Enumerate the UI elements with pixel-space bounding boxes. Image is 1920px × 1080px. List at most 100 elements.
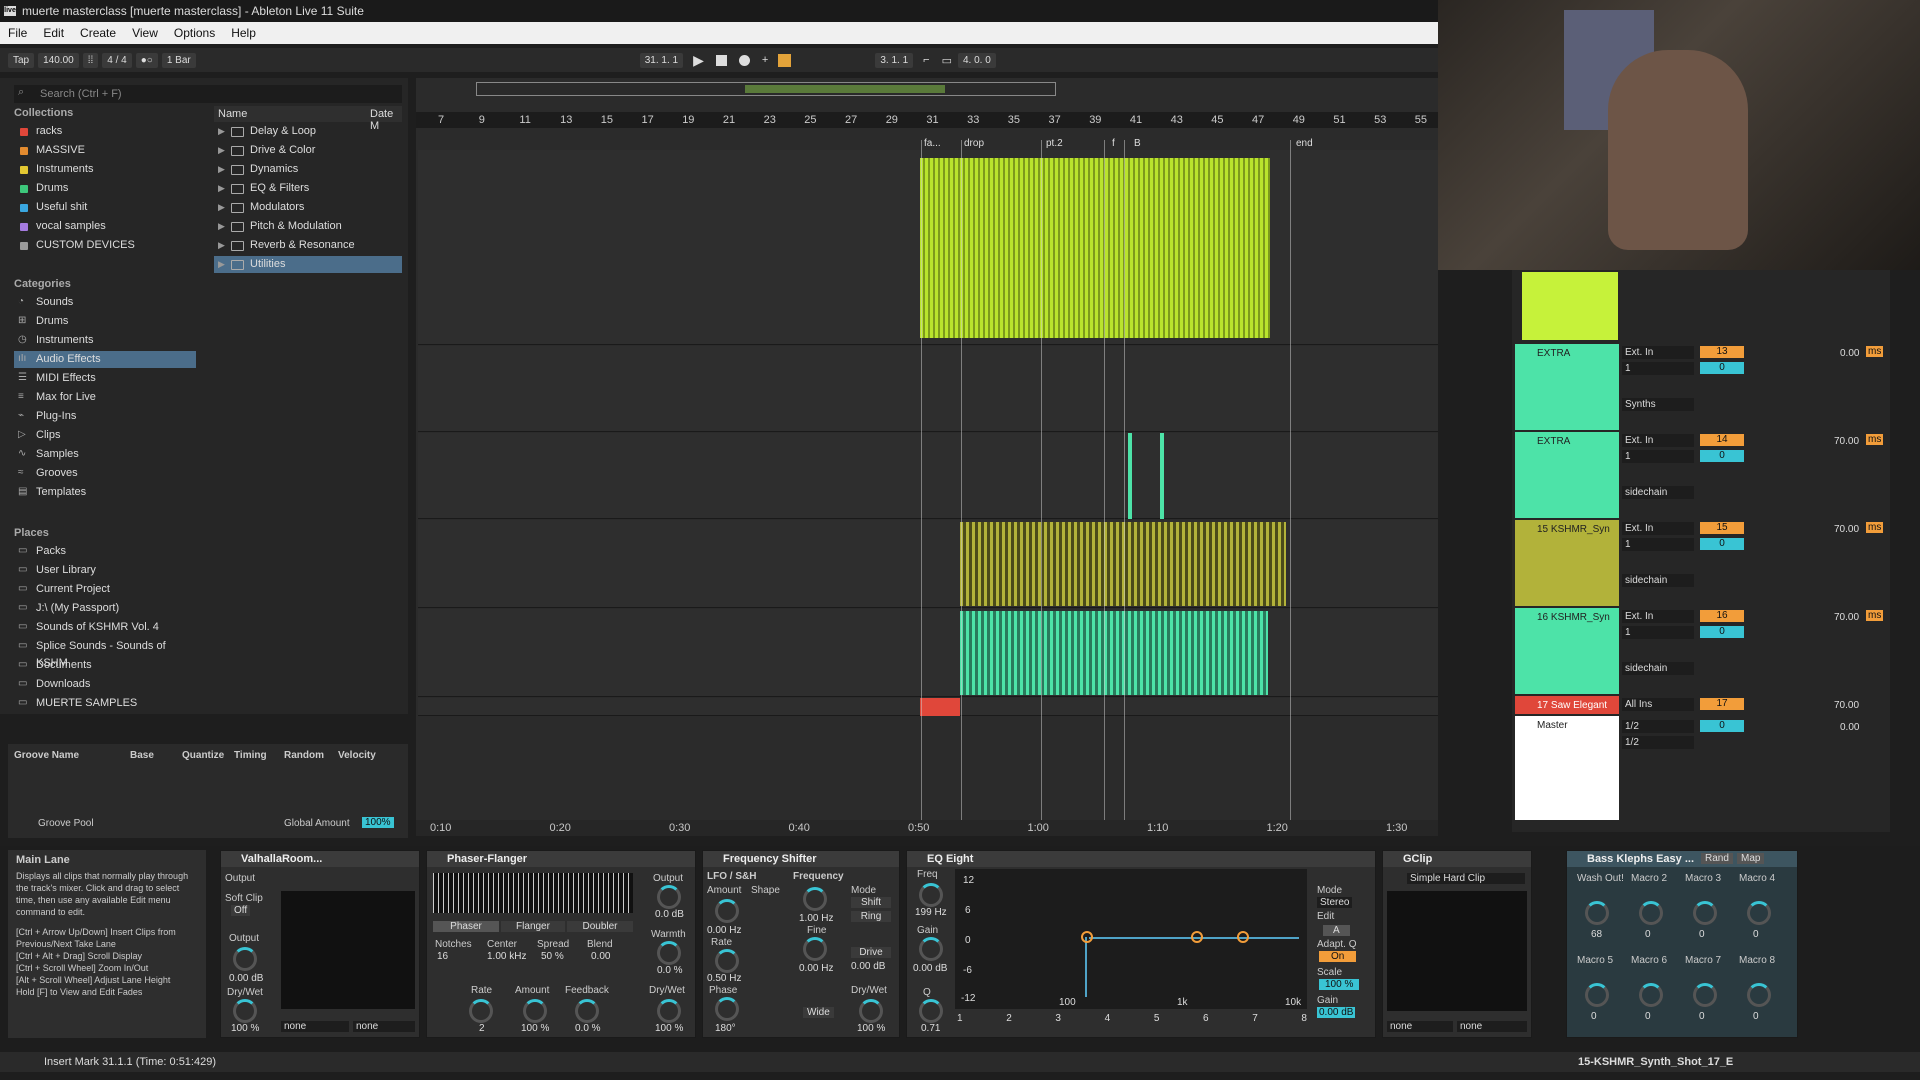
collection-vocal-samples[interactable]: vocal samples xyxy=(14,218,196,235)
band-5-toggle[interactable]: 5 xyxy=(1154,1013,1160,1035)
place-muerte-samples[interactable]: ▭ MUERTE SAMPLES xyxy=(14,695,196,712)
loop-length-field[interactable]: 4. 0. 0 xyxy=(957,52,996,68)
input-type-select[interactable]: Ext. In xyxy=(1622,434,1694,447)
marker-end[interactable]: end xyxy=(1296,138,1313,149)
audio-clip[interactable] xyxy=(960,611,1268,695)
category-samples[interactable]: ∿ Samples xyxy=(14,446,196,463)
category-sounds[interactable]: ◔ Sounds xyxy=(14,294,196,311)
collection-racks[interactable]: racks xyxy=(14,123,196,140)
track-number[interactable]: 15 xyxy=(1700,522,1744,534)
ms-toggle[interactable]: ms xyxy=(1866,522,1884,533)
category-grooves[interactable]: ≈ Grooves xyxy=(14,465,196,482)
rand-button[interactable]: Rand xyxy=(1701,853,1733,864)
folder-pitch-modulation[interactable]: ▶ Pitch & Modulation xyxy=(214,218,402,235)
device-gclip[interactable]: GClip Simple Hard Clip none none xyxy=(1382,850,1532,1038)
browser-search-input[interactable]: Search (Ctrl + F) xyxy=(14,85,402,103)
send-value[interactable]: 0 xyxy=(1700,626,1744,638)
input-type-select[interactable]: 1/2 xyxy=(1622,720,1694,733)
macro-knob[interactable] xyxy=(1639,983,1663,1007)
shift-button[interactable]: Shift xyxy=(851,897,891,908)
expand-arrow-icon[interactable]: ▶ xyxy=(218,142,225,159)
mixer-track-saw[interactable]: 17 Saw Elegant xyxy=(1515,696,1619,714)
place-passport[interactable]: ▭ J:\ (My Passport) xyxy=(14,600,196,617)
folder-eq-filters[interactable]: ▶ EQ & Filters xyxy=(214,180,402,197)
menu-view[interactable]: View xyxy=(124,26,166,40)
mixer-track-kshmr-16[interactable]: 16 KSHMR_Syn xyxy=(1515,608,1619,694)
track-number[interactable]: 17 xyxy=(1700,698,1744,710)
ms-toggle[interactable]: ms xyxy=(1866,610,1884,621)
mixer-track-master[interactable]: Master xyxy=(1515,716,1619,820)
map-button[interactable]: Map xyxy=(1737,853,1765,864)
place-current-project[interactable]: ▭ Current Project xyxy=(14,581,196,598)
input-channel-select[interactable]: 1 xyxy=(1622,450,1694,463)
wide-button[interactable]: Wide xyxy=(803,1007,834,1018)
marker-drop[interactable]: drop xyxy=(964,138,984,149)
punch-icon[interactable]: ⌐ xyxy=(923,54,929,66)
expand-arrow-icon[interactable]: ▶ xyxy=(218,180,225,197)
track-number[interactable]: 13 xyxy=(1700,346,1744,358)
ring-button[interactable]: Ring xyxy=(851,911,891,922)
macro-knob[interactable] xyxy=(1693,983,1717,1007)
category-audio-effects[interactable]: ıIı Audio Effects xyxy=(14,351,196,368)
device-eq-eight[interactable]: EQ Eight Freq 199 Hz Gain 0.00 dB Q 0.71… xyxy=(906,850,1376,1038)
band-2-toggle[interactable]: 2 xyxy=(1006,1013,1012,1035)
eq-scale-value[interactable]: 100 % xyxy=(1319,979,1360,990)
category-plugins[interactable]: ⌁ Plug-Ins xyxy=(14,408,196,425)
send-value[interactable]: 0 xyxy=(1700,720,1744,732)
place-user-library[interactable]: ▭ User Library xyxy=(14,562,196,579)
marker-b[interactable]: B xyxy=(1134,138,1141,149)
marker-pt2[interactable]: pt.2 xyxy=(1046,138,1063,149)
category-drums[interactable]: ⊞ Drums xyxy=(14,313,196,330)
metronome-icon[interactable]: ⁞⁞ xyxy=(82,52,99,68)
device-phaser-flanger[interactable]: Phaser-Flanger Phaser Flanger Doubler No… xyxy=(426,850,696,1038)
track-delay[interactable]: 70.00 xyxy=(1834,700,1859,711)
ms-toggle[interactable]: ms xyxy=(1866,434,1884,445)
rate-knob[interactable] xyxy=(469,999,493,1023)
signature-field[interactable]: 4 / 4 xyxy=(102,52,132,68)
track-delay[interactable]: 0.00 xyxy=(1840,722,1859,733)
macro-knob[interactable] xyxy=(1693,901,1717,925)
eq-output-gain-value[interactable]: 0.00 dB xyxy=(1317,1007,1356,1018)
track-lane-main[interactable] xyxy=(418,150,1438,345)
drive-button[interactable]: Drive xyxy=(851,947,891,958)
output-knob[interactable] xyxy=(233,947,257,971)
device-frequency-shifter[interactable]: Frequency Shifter LFO / S&H Amount 0.00 … xyxy=(702,850,900,1038)
input-channel-select[interactable]: 1 xyxy=(1622,362,1694,375)
send-value[interactable]: 0 xyxy=(1700,450,1744,462)
fine-knob[interactable] xyxy=(803,937,827,961)
eq-band-handle[interactable] xyxy=(1237,931,1249,943)
collection-instruments[interactable]: Instruments xyxy=(14,161,196,178)
ms-toggle[interactable]: ms xyxy=(1866,346,1884,357)
phase-knob[interactable] xyxy=(715,997,739,1021)
marker-fa[interactable]: fa... xyxy=(924,138,941,149)
input-channel-select[interactable]: 1 xyxy=(1622,626,1694,639)
fs-amount-knob[interactable] xyxy=(715,899,739,923)
category-max-for-live[interactable]: ≡ Max for Live xyxy=(14,389,196,406)
place-kshmr-vol4[interactable]: ▭ Sounds of KSHMR Vol. 4 xyxy=(14,619,196,636)
mixer-track-extra-2[interactable]: EXTRA xyxy=(1515,432,1619,518)
amount-knob[interactable] xyxy=(523,999,547,1023)
category-templates[interactable]: ▤ Templates xyxy=(14,484,196,501)
folder-dynamics[interactable]: ▶ Dynamics xyxy=(214,161,402,178)
play-icon[interactable]: ▶ xyxy=(693,52,704,69)
eq-gain-knob[interactable] xyxy=(919,937,943,961)
collection-massive[interactable]: MASSIVE xyxy=(14,142,196,159)
automation-arm-icon[interactable] xyxy=(778,53,792,67)
track-number[interactable]: 16 xyxy=(1700,610,1744,622)
blend-value[interactable]: 0.00 xyxy=(591,951,610,962)
follow-icon[interactable]: ●○ xyxy=(135,52,158,68)
fs-rate-knob[interactable] xyxy=(715,949,739,973)
gclip-channel-select[interactable]: none xyxy=(1457,1021,1527,1032)
output-route-select[interactable]: sidechain xyxy=(1622,574,1694,587)
frequency-knob[interactable] xyxy=(803,887,827,911)
feedback-knob[interactable] xyxy=(575,999,599,1023)
place-packs[interactable]: ▭ Packs xyxy=(14,543,196,560)
tempo-field[interactable]: 140.00 xyxy=(38,52,79,68)
band-4-toggle[interactable]: 4 xyxy=(1105,1013,1111,1035)
eq-graph[interactable]: 12 6 0 -6 -12 100 1k 10k xyxy=(955,869,1307,1009)
expand-arrow-icon[interactable]: ▶ xyxy=(218,161,225,178)
category-instruments[interactable]: ◷ Instruments xyxy=(14,332,196,349)
send-value[interactable]: 0 xyxy=(1700,538,1744,550)
expand-arrow-icon[interactable]: ▶ xyxy=(218,256,225,273)
device-valhalla[interactable]: ValhallaRoom... Output Soft Clip Off Out… xyxy=(220,850,420,1038)
